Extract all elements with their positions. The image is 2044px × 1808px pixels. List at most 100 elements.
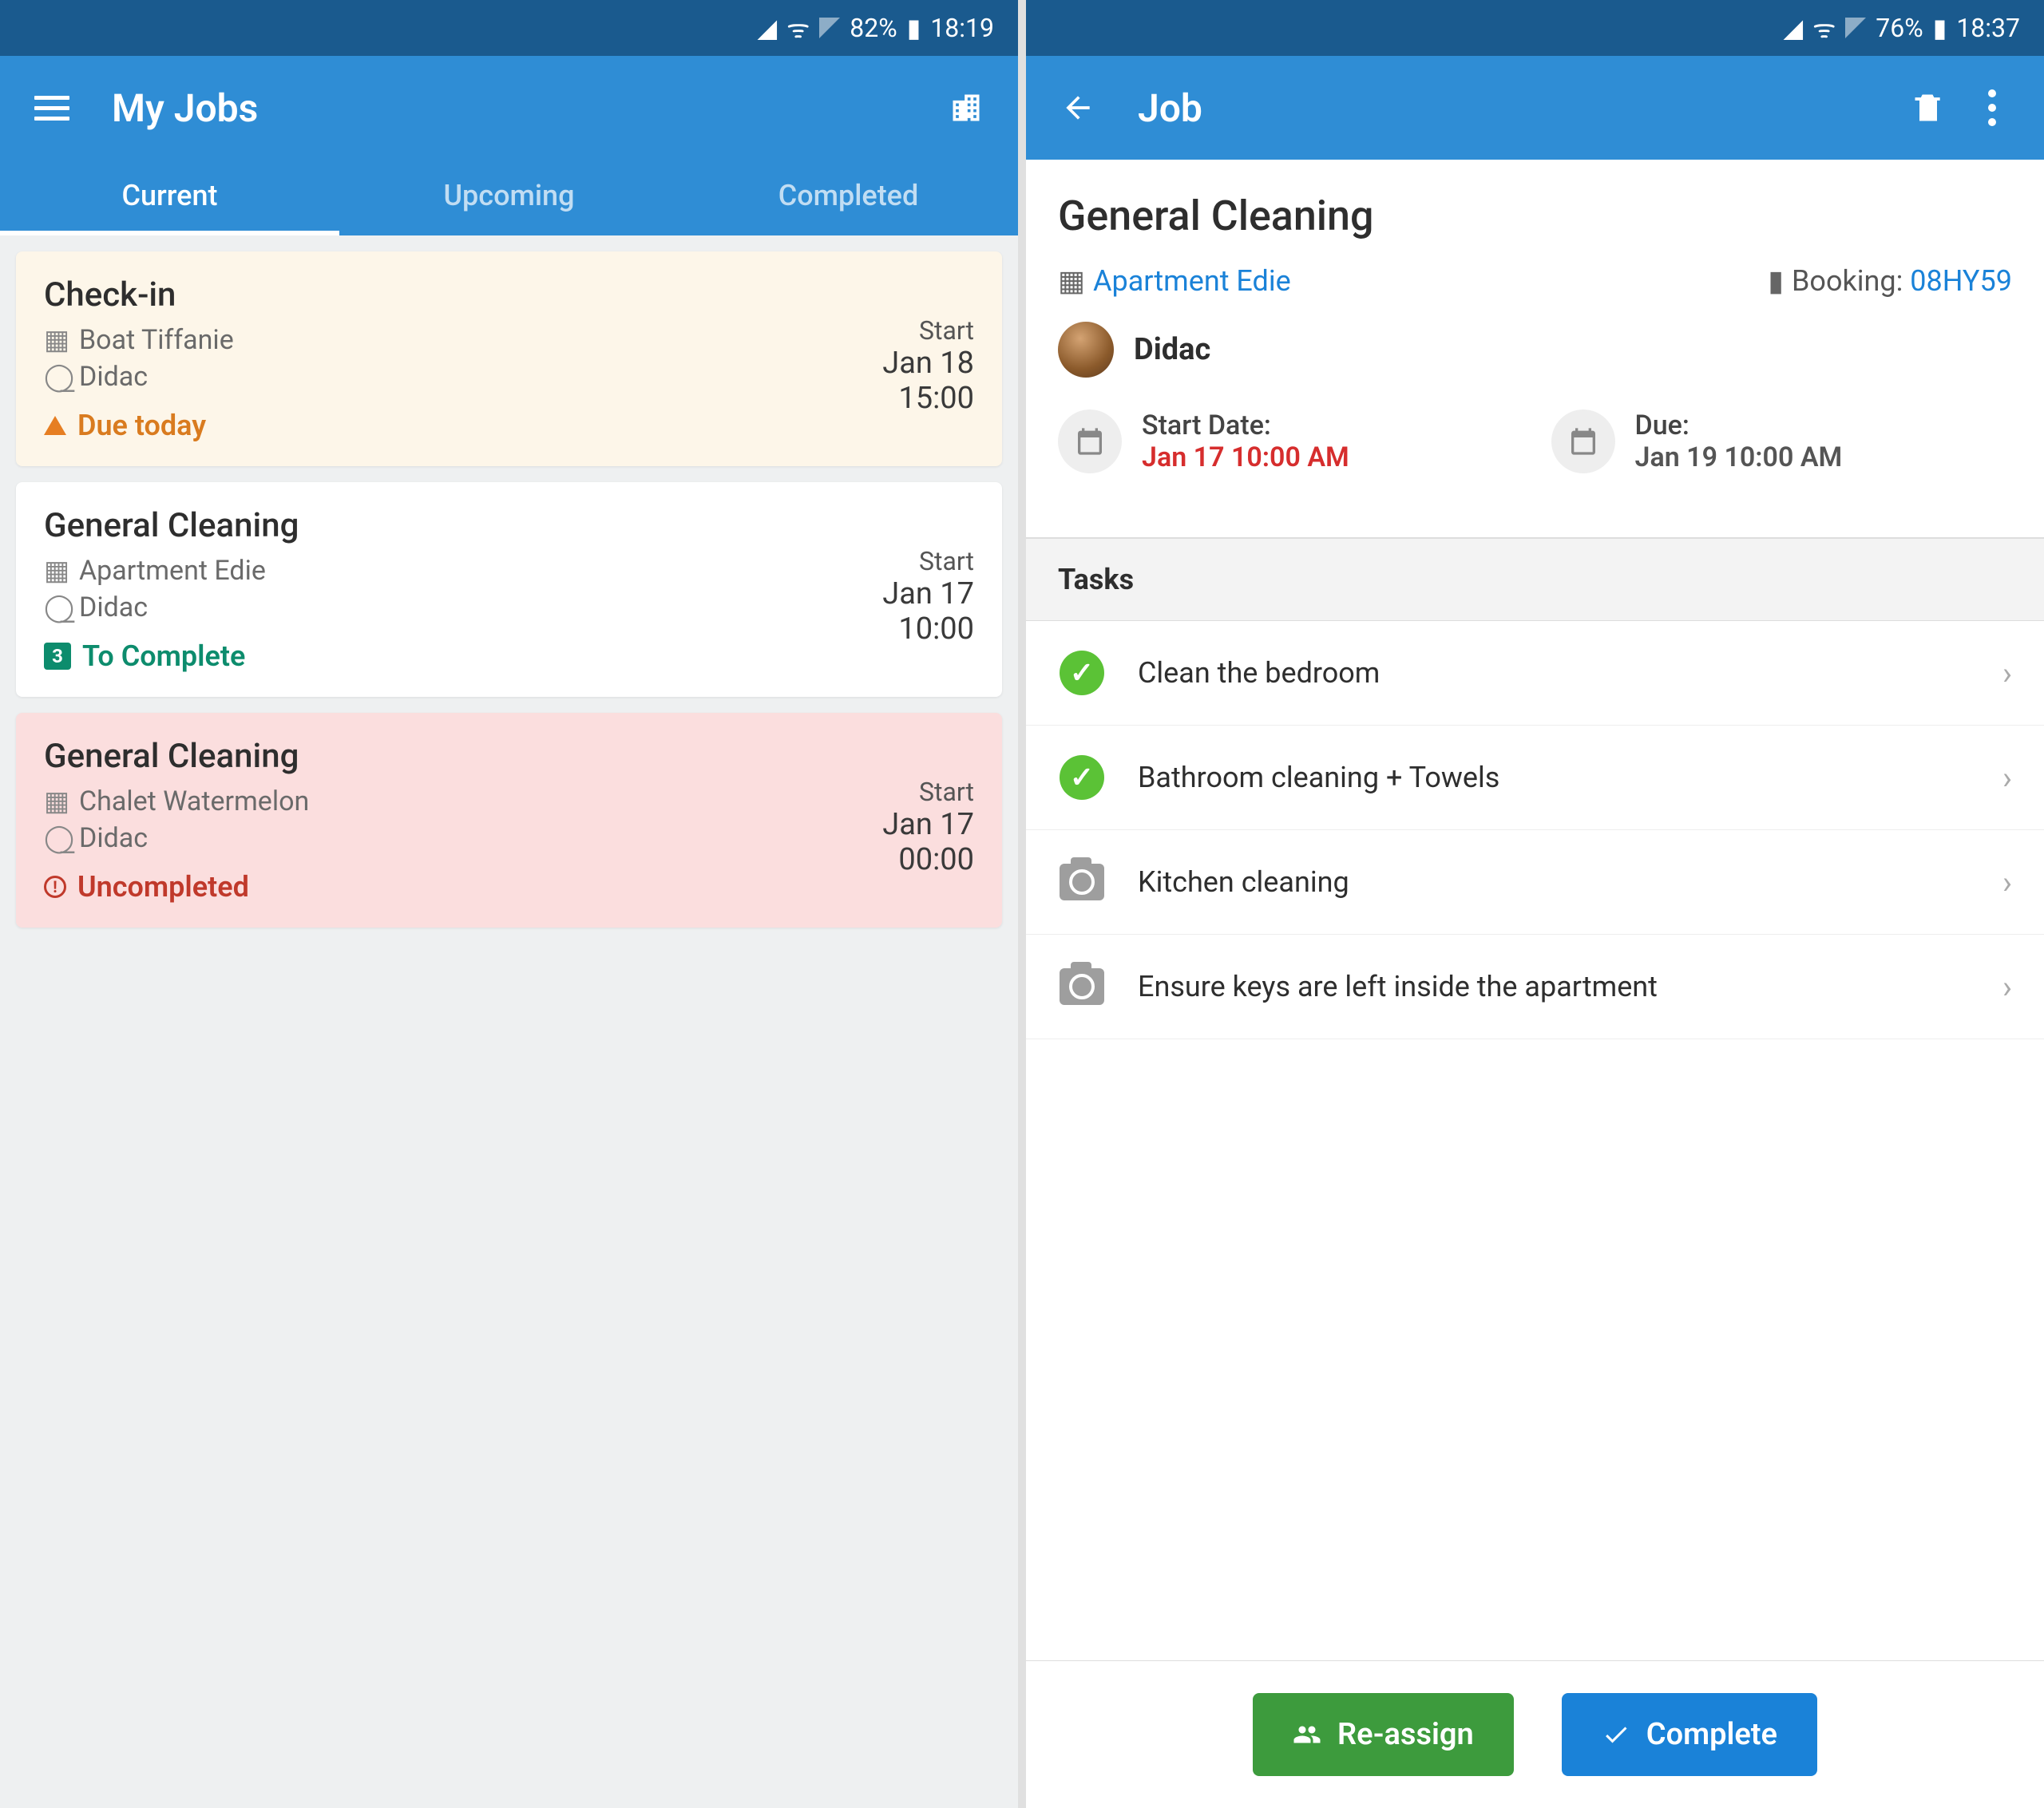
job-status: Due today bbox=[77, 409, 206, 442]
signal-icon bbox=[1845, 18, 1866, 38]
clock: 18:19 bbox=[930, 13, 994, 43]
count-badge: 3 bbox=[44, 643, 71, 670]
error-icon: ! bbox=[44, 876, 66, 898]
task-row[interactable]: Ensure keys are left inside the apartmen… bbox=[1026, 935, 2044, 1039]
wifi-icon: ᯤ bbox=[1812, 11, 1836, 45]
reassign-button[interactable]: Re-assign bbox=[1253, 1693, 1514, 1776]
job-detail: General Cleaning ▦Apartment Edie ▮Bookin… bbox=[1026, 160, 2044, 505]
assignee-name: Didac bbox=[1134, 332, 1210, 367]
check-icon bbox=[1602, 1720, 1630, 1749]
job-status: Uncompleted bbox=[77, 870, 249, 904]
calendar-icon bbox=[1551, 409, 1615, 473]
check-icon: ✓ bbox=[1060, 755, 1104, 800]
apartment-link[interactable]: Apartment Edie bbox=[1093, 264, 1291, 298]
more-icon[interactable] bbox=[1972, 88, 2012, 128]
building-icon: ▦ bbox=[1058, 264, 1085, 298]
trash-icon[interactable] bbox=[1908, 88, 1948, 128]
bookmark-icon: ▮ bbox=[1768, 264, 1784, 298]
start-date: Jan 18 bbox=[882, 346, 974, 381]
bottom-bar: Re-assign Complete bbox=[1026, 1660, 2044, 1808]
start-date: Jan 17 bbox=[882, 576, 974, 611]
battery-saver-icon: ◢ bbox=[1783, 13, 1803, 43]
booking-label: Booking: bbox=[1792, 264, 1903, 298]
job-card[interactable]: General Cleaning ▦Chalet Watermelon ◯̲Di… bbox=[16, 713, 1002, 928]
tab-current[interactable]: Current bbox=[0, 160, 339, 235]
tab-completed[interactable]: Completed bbox=[679, 160, 1018, 235]
assignee-row: Didac bbox=[1058, 322, 2012, 378]
building-icon: ▦ bbox=[44, 324, 68, 356]
menu-icon[interactable] bbox=[32, 88, 72, 128]
start-label: Start Date: bbox=[1142, 409, 1349, 441]
tasks-section: Tasks ✓ Clean the bedroom › ✓ Bathroom c… bbox=[1026, 537, 2044, 1039]
signal-icon bbox=[819, 18, 840, 38]
task-name: Bathroom cleaning + Towels bbox=[1138, 761, 1971, 794]
due-date-block: Due: Jan 19 10:00 AM bbox=[1551, 409, 2013, 473]
app-bar: Job bbox=[1026, 56, 2044, 160]
chevron-right-icon: › bbox=[2002, 655, 2012, 692]
complete-button[interactable]: Complete bbox=[1562, 1693, 1817, 1776]
job-assignee: Didac bbox=[79, 591, 148, 623]
calendar-icon bbox=[1058, 409, 1122, 473]
person-icon: ◯̲ bbox=[44, 591, 68, 623]
people-icon bbox=[1293, 1720, 1321, 1749]
start-date-block: Start Date: Jan 17 10:00 AM bbox=[1058, 409, 1519, 473]
building-icon[interactable] bbox=[946, 88, 986, 128]
tab-upcoming[interactable]: Upcoming bbox=[339, 160, 679, 235]
start-label: Start bbox=[882, 546, 974, 576]
tabs: Current Upcoming Completed bbox=[0, 160, 1018, 235]
battery-saver-icon: ◢ bbox=[757, 13, 777, 43]
button-label: Re-assign bbox=[1337, 1717, 1474, 1752]
job-status: To Complete bbox=[82, 639, 245, 673]
phone-right: ◢ ᯤ 76% ▮ 18:37 Job General Cleaning ▦Ap… bbox=[1026, 0, 2044, 1808]
phone-left: ◢ ᯤ 82% ▮ 18:19 My Jobs Current Upcoming… bbox=[0, 0, 1018, 1808]
start-block: Start Jan 18 15:00 bbox=[882, 315, 974, 416]
task-row[interactable]: ✓ Bathroom cleaning + Towels › bbox=[1026, 726, 2044, 830]
detail-title: General Cleaning bbox=[1058, 192, 2012, 240]
start-block: Start Jan 17 00:00 bbox=[882, 777, 974, 877]
warning-icon bbox=[44, 416, 66, 435]
job-assignee: Didac bbox=[79, 822, 148, 854]
status-bar: ◢ ᯤ 82% ▮ 18:19 bbox=[0, 0, 1018, 56]
due-label: Due: bbox=[1635, 409, 1843, 441]
chevron-right-icon: › bbox=[2002, 968, 2012, 1006]
job-list: Check-in ▦ Boat Tiffanie ◯̲ Didac Due toda… bbox=[0, 235, 1018, 1808]
job-title: Check-in bbox=[44, 275, 974, 315]
battery-percent: 82% bbox=[850, 13, 897, 43]
battery-icon: ▮ bbox=[907, 13, 921, 43]
start-time: 10:00 bbox=[882, 611, 974, 647]
job-title: General Cleaning bbox=[44, 506, 974, 545]
start-time: 15:00 bbox=[882, 381, 974, 416]
page-title: Job bbox=[1138, 85, 1202, 131]
start-label: Start bbox=[882, 777, 974, 807]
button-label: Complete bbox=[1646, 1717, 1777, 1752]
camera-icon bbox=[1060, 864, 1104, 900]
building-icon: ▦ bbox=[44, 785, 68, 817]
task-row[interactable]: ✓ Clean the bedroom › bbox=[1026, 621, 2044, 726]
clock: 18:37 bbox=[1956, 13, 2020, 43]
task-name: Clean the bedroom bbox=[1138, 656, 1971, 690]
job-location: Apartment Edie bbox=[79, 555, 266, 587]
building-icon: ▦ bbox=[44, 555, 68, 587]
chevron-right-icon: › bbox=[2002, 864, 2012, 901]
page-title: My Jobs bbox=[112, 85, 258, 131]
person-icon: ◯̲ bbox=[44, 361, 68, 393]
job-title: General Cleaning bbox=[44, 737, 974, 776]
avatar[interactable] bbox=[1058, 322, 1114, 378]
back-icon[interactable] bbox=[1058, 88, 1098, 128]
app-bar: My Jobs bbox=[0, 56, 1018, 160]
tasks-header: Tasks bbox=[1026, 537, 2044, 621]
start-value: Jan 17 10:00 AM bbox=[1142, 441, 1349, 473]
chevron-right-icon: › bbox=[2002, 759, 2012, 797]
job-card[interactable]: General Cleaning ▦ Apartment Edie ◯̲ Didac… bbox=[16, 482, 1002, 697]
task-name: Ensure keys are left inside the apartmen… bbox=[1138, 970, 1971, 1003]
job-assignee: Didac bbox=[79, 361, 148, 393]
job-location: Chalet Watermelon bbox=[79, 785, 309, 817]
booking-link[interactable]: 08HY59 bbox=[1910, 264, 2012, 298]
start-label: Start bbox=[882, 315, 974, 346]
start-time: 00:00 bbox=[882, 842, 974, 877]
task-row[interactable]: Kitchen cleaning › bbox=[1026, 830, 2044, 935]
job-card[interactable]: Check-in ▦ Boat Tiffanie ◯̲ Didac Due toda… bbox=[16, 251, 1002, 466]
check-icon: ✓ bbox=[1060, 651, 1104, 695]
job-location: Boat Tiffanie bbox=[79, 324, 234, 356]
status-bar: ◢ ᯤ 76% ▮ 18:37 bbox=[1026, 0, 2044, 56]
